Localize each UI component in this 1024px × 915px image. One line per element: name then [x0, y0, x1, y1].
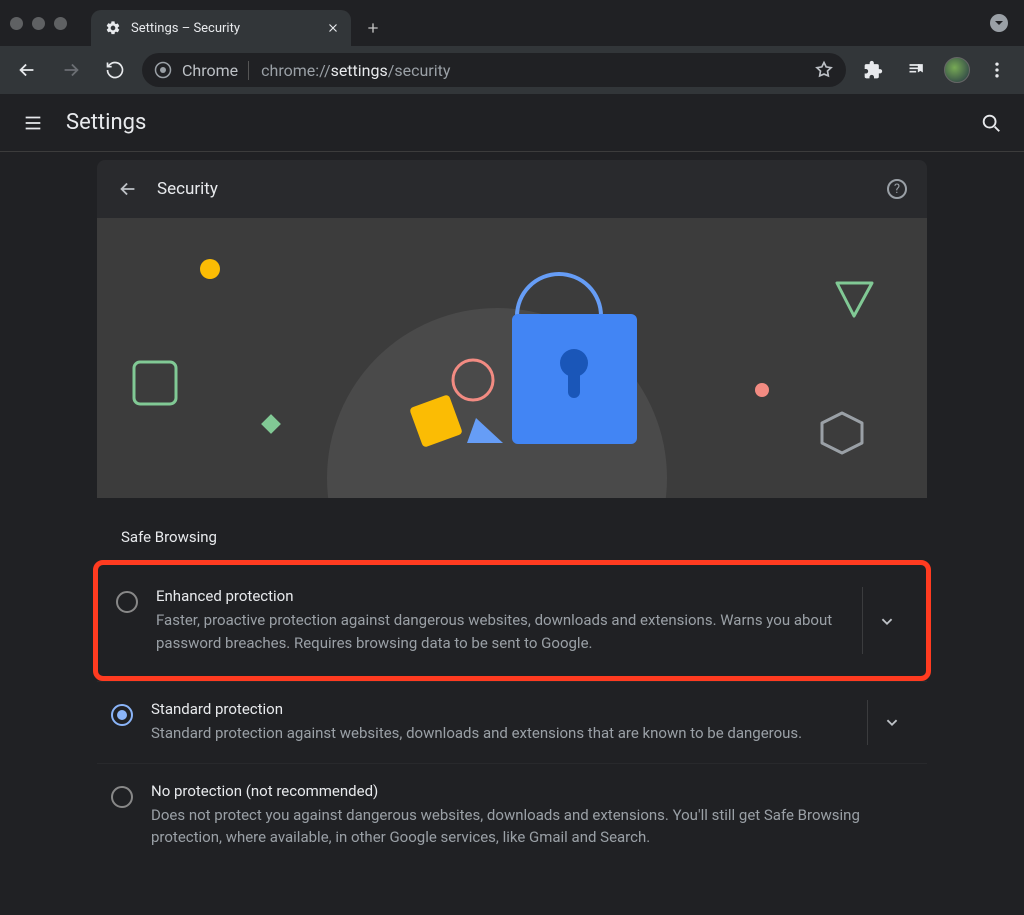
option-description: Faster, proactive protection against dan… [156, 609, 834, 654]
option-no-protection[interactable]: No protection (not recommended) Does not… [97, 763, 927, 867]
dropdown-icon[interactable] [990, 14, 1008, 32]
reading-list-icon[interactable] [900, 53, 934, 87]
appbar-title: Settings [66, 110, 146, 135]
expand-button[interactable] [867, 700, 915, 745]
extensions-icon[interactable] [856, 53, 890, 87]
settings-page: Security ? [0, 152, 1024, 915]
new-tab-button[interactable] [359, 14, 387, 42]
radio-button[interactable] [111, 786, 133, 808]
radio-button[interactable] [116, 591, 138, 613]
forward-button[interactable] [54, 53, 88, 87]
safe-browsing-options: Enhanced protection Faster, proactive pr… [97, 560, 927, 867]
section-title: Security [157, 179, 218, 199]
option-enhanced-protection[interactable]: Enhanced protection Faster, proactive pr… [102, 569, 922, 672]
reload-button[interactable] [98, 53, 132, 87]
gear-icon [105, 20, 121, 36]
radio-button[interactable] [111, 704, 133, 726]
omnibox-chip: Chrome [182, 61, 249, 80]
help-icon[interactable]: ? [887, 179, 907, 199]
window-titlebar: Settings – Security [0, 0, 1024, 46]
option-title: Enhanced protection [156, 587, 834, 605]
search-icon[interactable] [980, 112, 1002, 134]
window-zoom-button[interactable] [54, 17, 67, 30]
profile-avatar[interactable] [944, 57, 970, 83]
settings-content: Security ? [97, 160, 927, 915]
option-description: Standard protection against websites, do… [151, 722, 839, 745]
browser-tab[interactable]: Settings – Security [91, 10, 351, 46]
security-hero-illustration [97, 218, 927, 498]
option-description: Does not protect you against dangerous w… [151, 804, 905, 849]
highlighted-option: Enhanced protection Faster, proactive pr… [93, 560, 931, 681]
window-minimize-button[interactable] [32, 17, 45, 30]
window-close-button[interactable] [10, 17, 23, 30]
browser-toolbar: Chrome chrome://settings/security [0, 46, 1024, 94]
bookmark-icon[interactable] [814, 60, 834, 80]
option-title: No protection (not recommended) [151, 782, 905, 800]
section-header: Security ? [97, 160, 927, 218]
back-icon[interactable] [117, 178, 139, 200]
kebab-menu-icon[interactable] [980, 53, 1014, 87]
url-text: chrome://settings/security [261, 61, 450, 80]
back-button[interactable] [10, 53, 44, 87]
expand-button[interactable] [862, 587, 910, 654]
hamburger-icon[interactable] [22, 112, 44, 134]
option-title: Standard protection [151, 700, 839, 718]
address-bar[interactable]: Chrome chrome://settings/security [142, 53, 846, 87]
option-standard-protection[interactable]: Standard protection Standard protection … [97, 681, 927, 763]
tab-title: Settings – Security [131, 21, 240, 36]
site-info-icon[interactable] [154, 61, 172, 79]
window-controls [10, 17, 67, 30]
group-label: Safe Browsing [97, 498, 927, 560]
settings-appbar: Settings [0, 94, 1024, 152]
close-icon[interactable] [325, 20, 341, 36]
